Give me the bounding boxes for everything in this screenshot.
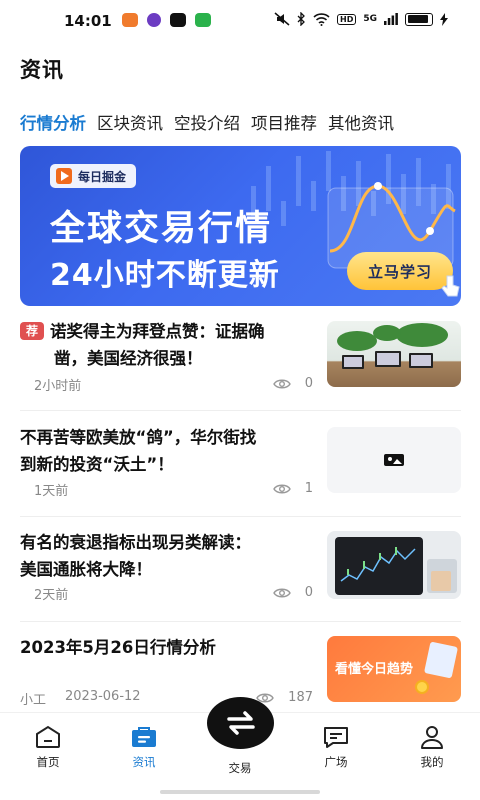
view-count: 0 — [272, 585, 313, 600]
news-title-line: 有名的衰退指标出现另类解读： — [20, 533, 251, 552]
learn-now-button[interactable]: 立马学习 — [347, 252, 453, 290]
view-count-value: 0 — [304, 376, 313, 391]
tab-blockchain-news[interactable]: 区块资讯 — [97, 110, 163, 134]
nav-label: 广场 — [324, 755, 348, 769]
recommend-badge: 荐 — [20, 322, 44, 340]
status-bar: 14:01 HD 5G — [0, 0, 480, 44]
hd-badge: HD — [337, 13, 357, 25]
bluetooth-icon — [297, 12, 305, 26]
battery-icon — [405, 12, 433, 26]
exchange-icon — [226, 711, 255, 735]
category-tabs: 行情分析 区块资讯 空投介绍 项目推荐 其他资讯 — [20, 110, 405, 134]
view-count-value: 1 — [304, 481, 313, 496]
notification-icons — [122, 13, 211, 27]
view-count-value: 187 — [288, 690, 313, 705]
news-thumbnail — [327, 321, 461, 387]
news-time: 1天前 — [34, 484, 69, 499]
pointer-hand-icon — [441, 275, 460, 297]
news-thumbnail — [327, 427, 461, 493]
charging-icon — [440, 12, 448, 26]
nav-news[interactable]: 资讯 — [114, 725, 174, 770]
eye-icon — [272, 588, 291, 597]
news-title-line: 不再苦等欧美放“鸽”，华尔街找 — [20, 428, 257, 447]
tab-other-news[interactable]: 其他资讯 — [328, 110, 394, 134]
news-date: 2023-06-12 — [65, 689, 141, 704]
news-title-line: 到新的投资“沃土”！ — [20, 455, 174, 474]
news-author: 小工 — [20, 693, 47, 708]
news-item[interactable]: 不再苦等欧美放“鸽”，华尔街找 到新的投资“沃土”！ 1天前 1 — [20, 424, 461, 516]
news-title-line: 凿，美国经济很强！ — [54, 349, 203, 368]
nav-label: 交易 — [228, 761, 252, 775]
divider — [20, 410, 461, 411]
mail-app-icon — [122, 13, 138, 27]
daily-gold-chip: 每日掘金 — [50, 164, 137, 188]
tiktok-icon — [170, 13, 186, 27]
view-count: 1 — [272, 481, 313, 496]
nav-square[interactable]: 广场 — [306, 725, 366, 770]
nav-trade[interactable]: 交易 — [210, 755, 270, 776]
nav-home[interactable]: 首页 — [18, 725, 78, 770]
tab-market-analysis[interactable]: 行情分析 — [20, 110, 86, 134]
status-time: 14:01 — [64, 12, 112, 30]
banner-subtitle: 24小时不断更新 — [50, 258, 280, 293]
news-time: 2天前 — [34, 588, 69, 603]
nav-label: 首页 — [36, 755, 60, 769]
home-indicator[interactable] — [160, 790, 320, 794]
wechat-pay-icon — [195, 13, 211, 27]
page-title: 资讯 — [20, 58, 64, 82]
network-type: 5G — [363, 14, 377, 24]
signal-icon — [384, 13, 398, 25]
tablet-chart-image — [335, 537, 457, 595]
news-thumbnail — [327, 531, 461, 599]
play-icon — [56, 168, 72, 184]
laptop-plants-image — [337, 323, 448, 369]
home-icon — [36, 725, 60, 748]
purple-app-icon — [147, 13, 161, 27]
view-count: 187 — [256, 690, 313, 705]
wifi-icon — [313, 12, 330, 26]
news-title: 有名的衰退指标出现另类解读： 美国通胀将大降！ — [20, 529, 251, 583]
promo-banner[interactable]: 每日掘金 全球交易行情 24小时不断更新 立马学习 — [20, 146, 461, 306]
divider — [20, 516, 461, 517]
chat-icon — [324, 727, 348, 748]
tab-airdrop-intro[interactable]: 空投介绍 — [174, 110, 240, 134]
coin-decoration — [415, 680, 429, 694]
nav-label: 资讯 — [132, 755, 156, 769]
news-time: 2小时前 — [34, 379, 82, 394]
trade-center-button[interactable] — [207, 697, 274, 749]
thumb-title: 看懂今日趋势 — [335, 662, 414, 677]
image-placeholder-icon — [384, 454, 404, 466]
news-title: 2023年5月26日行情分析 — [20, 638, 216, 657]
news-title-line: 美国通胀将大降！ — [20, 560, 152, 579]
view-count-value: 0 — [304, 585, 313, 600]
banner-title: 全球交易行情 — [50, 209, 273, 249]
news-item[interactable]: 荐诺奖得主为拜登点赞：证据确 凿，美国经济很强！ 2小时前 0 — [20, 318, 461, 410]
thumb-card-decoration — [423, 641, 459, 679]
news-title: 荐诺奖得主为拜登点赞：证据确 凿，美国经济很强！ — [20, 318, 265, 372]
news-icon — [132, 727, 156, 747]
system-indicators: HD 5G — [274, 12, 448, 26]
tab-project-recommend[interactable]: 项目推荐 — [251, 110, 317, 134]
news-thumbnail: 看懂今日趋势 — [327, 636, 461, 702]
nav-label: 我的 — [420, 755, 444, 769]
view-count: 0 — [272, 376, 313, 391]
divider — [20, 621, 461, 622]
eye-icon — [272, 379, 291, 388]
news-item[interactable]: 有名的衰退指标出现另类解读： 美国通胀将大降！ 2天前 0 — [20, 529, 461, 621]
nav-mine[interactable]: 我的 — [402, 725, 462, 770]
mute-icon — [274, 12, 290, 26]
profile-icon — [421, 726, 443, 749]
chip-label: 每日掘金 — [78, 169, 127, 184]
eye-icon — [272, 484, 291, 493]
news-title: 不再苦等欧美放“鸽”，华尔街找 到新的投资“沃土”！ — [20, 424, 256, 478]
news-title-line: 诺奖得主为拜登点赞：证据确 — [50, 322, 265, 341]
